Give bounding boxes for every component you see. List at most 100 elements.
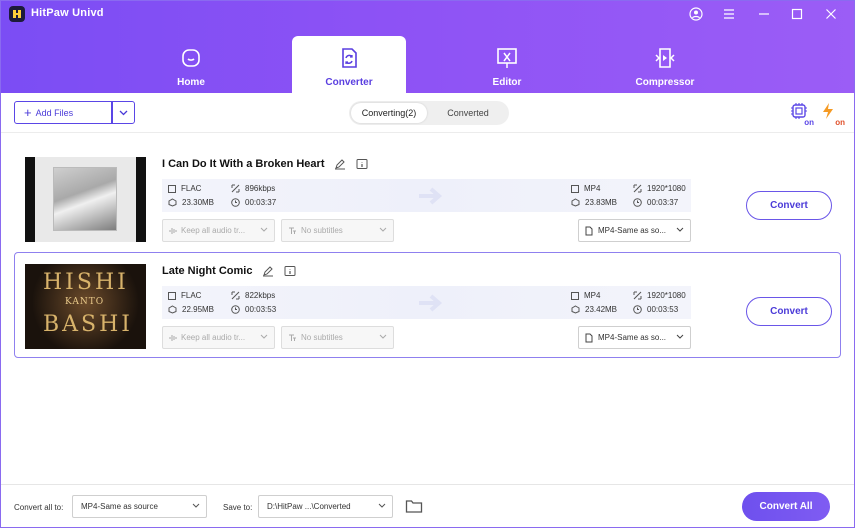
src-duration: 00:03:53: [231, 305, 276, 314]
menu-icon[interactable]: [719, 4, 739, 24]
dst-resolution: 1920*1080: [633, 184, 686, 193]
dst-format: MP4: [571, 291, 600, 300]
src-size: 23.30MB: [168, 198, 214, 207]
text-icon: [289, 227, 296, 234]
size-box-icon: [571, 305, 580, 314]
save-to-path-select[interactable]: D:\HitPaw ...\Converted: [258, 495, 393, 518]
save-to-label: Save to:: [223, 503, 253, 512]
subtitles-select[interactable]: No subtitles: [281, 219, 394, 242]
maximize-icon[interactable]: [787, 4, 807, 24]
cover-title-mid: KANTO: [65, 297, 105, 307]
bitrate-icon: [231, 291, 240, 300]
app-logo: [9, 6, 25, 22]
dst-format: MP4: [571, 184, 600, 193]
plus-icon: +: [24, 104, 32, 120]
chevron-down-icon: [378, 503, 386, 508]
convert-button[interactable]: Convert: [746, 191, 832, 220]
home-face-icon: [182, 49, 200, 67]
file-title-line: I Can Do It With a Broken Heart: [162, 158, 368, 170]
convert-all-button[interactable]: Convert All: [742, 492, 830, 521]
dst-resolution: 1920*1080: [633, 291, 686, 300]
clock-icon: [633, 305, 642, 314]
src-size: 22.95MB: [168, 305, 214, 314]
app-window: HitPaw Univd Home Converter Editor Compr…: [0, 0, 855, 528]
src-duration: 00:03:37: [231, 198, 276, 207]
dst-duration: 00:03:53: [633, 305, 678, 314]
close-icon[interactable]: [821, 4, 841, 24]
tab-home[interactable]: Home: [134, 36, 248, 93]
file-name: I Can Do It With a Broken Heart: [162, 158, 325, 170]
file-name: Late Night Comic: [162, 265, 253, 277]
output-format-select[interactable]: MP4-Same as so...: [578, 326, 691, 349]
editor-cut-icon: [497, 48, 517, 68]
dst-size: 23.42MB: [571, 305, 617, 314]
tab-converter[interactable]: Converter: [292, 36, 406, 93]
file-format-icon: [571, 184, 579, 193]
footer-bar: Convert all to: MP4-Same as source Save …: [1, 484, 854, 527]
tab-editor-label: Editor: [492, 77, 522, 88]
clock-icon: [231, 305, 240, 314]
resolution-icon: [633, 184, 642, 193]
compress-icon: [655, 48, 675, 68]
cover-title-top: HISHI: [43, 270, 129, 295]
minimize-icon[interactable]: [754, 4, 774, 24]
bitrate-icon: [231, 184, 240, 193]
header: HitPaw Univd Home Converter Editor Compr…: [1, 1, 854, 93]
tab-converted[interactable]: Converted: [429, 103, 507, 123]
output-format-select[interactable]: MP4-Same as so...: [578, 219, 691, 242]
edit-name-icon[interactable]: [262, 265, 274, 277]
tab-converting[interactable]: Converting(2): [351, 103, 427, 123]
convert-all-to-label: Convert all to:: [14, 503, 64, 512]
file-row[interactable]: I Can Do It With a Broken Heart FLAC 896…: [14, 142, 841, 248]
toolbar: + Add Files Converting(2) Converted on o…: [1, 93, 854, 133]
add-files-dropdown-button[interactable]: [112, 101, 135, 124]
dst-duration: 00:03:37: [633, 198, 678, 207]
info-icon[interactable]: [356, 158, 368, 170]
subtitles-select[interactable]: No subtitles: [281, 326, 394, 349]
audio-track-select[interactable]: Keep all audio tr...: [162, 326, 275, 349]
src-format: FLAC: [168, 291, 201, 300]
info-icon[interactable]: [284, 265, 296, 277]
file-format-icon: [168, 291, 176, 300]
clock-icon: [633, 198, 642, 207]
folder-icon[interactable]: [405, 498, 423, 514]
clock-icon: [231, 198, 240, 207]
size-box-icon: [168, 305, 177, 314]
chevron-down-icon: [119, 110, 128, 115]
account-icon[interactable]: [686, 4, 706, 24]
chevron-down-icon: [379, 227, 387, 232]
convert-button[interactable]: Convert: [746, 297, 832, 326]
src-bitrate: 896kbps: [231, 184, 275, 193]
src-bitrate: 822kbps: [231, 291, 275, 300]
file-format-icon: [571, 291, 579, 300]
file-row[interactable]: HISHI KANTO BASHI Late Night Comic FLAC …: [14, 252, 841, 358]
tab-converter-label: Converter: [325, 77, 373, 88]
add-files-button[interactable]: + Add Files: [14, 101, 112, 124]
audio-track-icon: [169, 227, 177, 234]
chevron-down-icon: [676, 334, 684, 339]
add-files-label: Add Files: [35, 107, 74, 118]
edit-name-icon[interactable]: [334, 158, 346, 170]
document-icon: [585, 333, 593, 342]
file-format-icon: [168, 184, 176, 193]
app-title: HitPaw Univd: [31, 7, 104, 19]
arrow-right-icon: [419, 294, 443, 312]
high-speed-icon[interactable]: on: [821, 102, 845, 127]
size-box-icon: [168, 198, 177, 207]
chevron-down-icon: [260, 227, 268, 232]
audio-track-select[interactable]: Keep all audio tr...: [162, 219, 275, 242]
speed-on-badge: on: [835, 118, 845, 127]
tab-editor[interactable]: Editor: [450, 36, 564, 93]
hardware-acceleration-icon[interactable]: on: [790, 102, 814, 127]
src-format: FLAC: [168, 184, 201, 193]
file-list: I Can Do It With a Broken Heart FLAC 896…: [1, 134, 854, 484]
audio-track-icon: [169, 334, 177, 341]
convert-all-format-select[interactable]: MP4-Same as source: [72, 495, 207, 518]
file-title-line: Late Night Comic: [162, 265, 296, 277]
tab-compressor[interactable]: Compressor: [608, 36, 722, 93]
size-box-icon: [571, 198, 580, 207]
tab-compressor-label: Compressor: [635, 77, 695, 88]
dst-size: 23.83MB: [571, 198, 617, 207]
chevron-down-icon: [379, 334, 387, 339]
cover-title-bottom: BASHI: [43, 312, 134, 337]
